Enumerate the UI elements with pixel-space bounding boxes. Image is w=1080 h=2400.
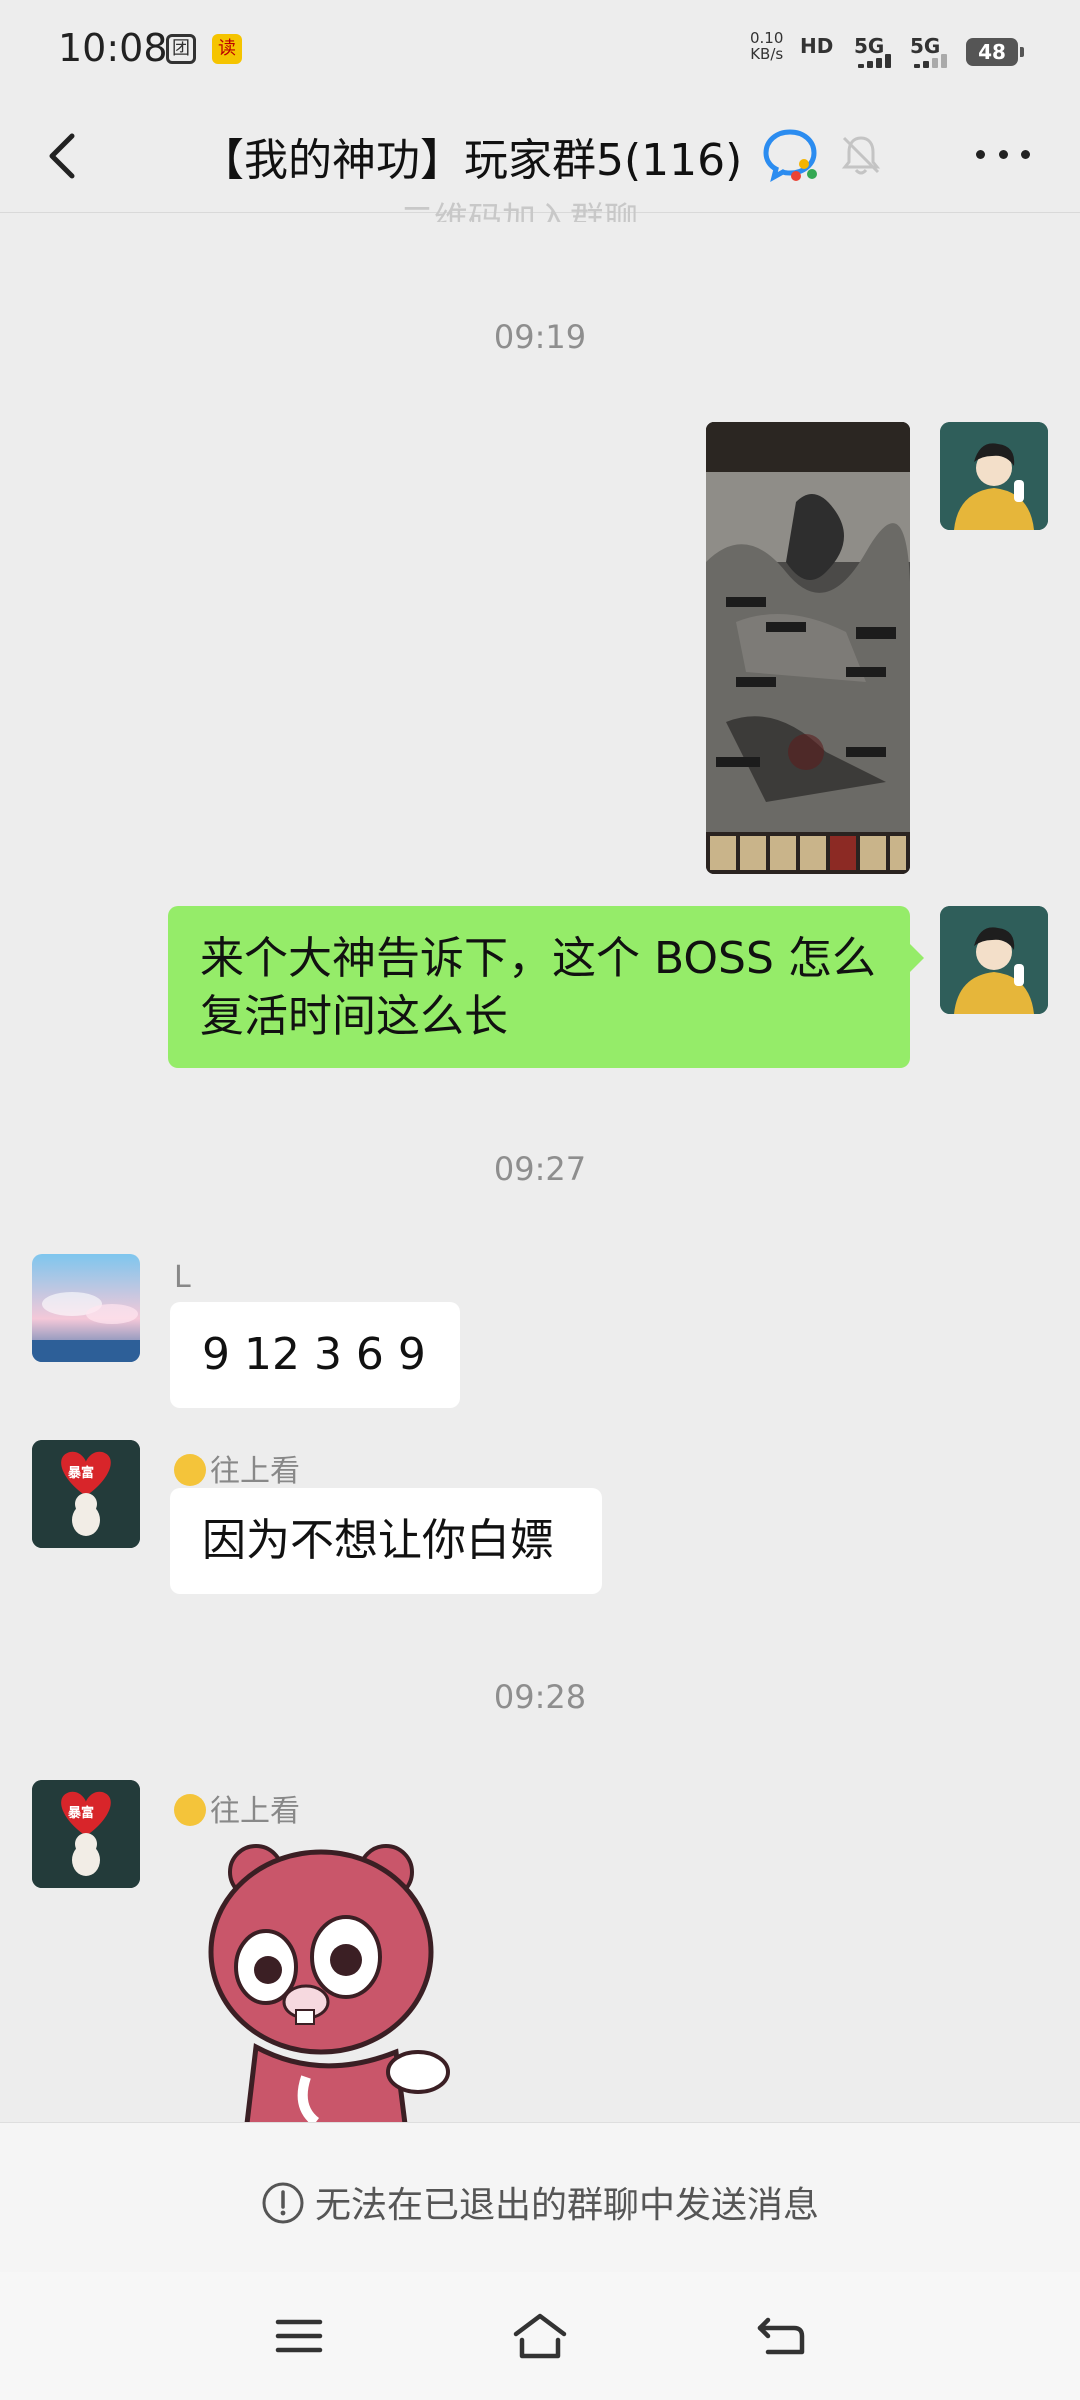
battery-icon: 48	[966, 38, 1024, 66]
bubble-tail	[910, 944, 924, 972]
group-chat-icon[interactable]	[760, 124, 820, 184]
my-avatar[interactable]	[940, 422, 1048, 530]
back-button[interactable]	[40, 128, 90, 184]
dot-icon	[998, 149, 1008, 159]
game-screenshot-image[interactable]	[706, 422, 910, 874]
info-icon	[261, 2181, 305, 2234]
timestamp: 09:19	[493, 318, 587, 356]
system-navigation-bar	[0, 2272, 1080, 2400]
back-arrow-icon	[49, 133, 75, 179]
message-bubble-incoming[interactable]: 9 12 3 6 9	[170, 1302, 460, 1408]
message-bubble-outgoing[interactable]: 来个大神告诉下，这个 BOSS 怎么复活时间这么长	[168, 906, 910, 1068]
network-speed-value: 0.10	[750, 29, 784, 47]
dot-icon	[976, 149, 985, 159]
avatar-label: 暴富	[68, 1806, 95, 1821]
sender-name: 往上看	[174, 1786, 300, 1830]
chat-title: 【我的神功】玩家群5(116)	[200, 135, 743, 186]
timestamp: 09:28	[493, 1678, 587, 1716]
message-bubble-incoming[interactable]: 因为不想让你白嫖	[170, 1488, 602, 1594]
sender-name: 往上看	[174, 1446, 300, 1490]
bear-sticker[interactable]	[196, 1832, 456, 2122]
reader-app-icon: 读	[212, 34, 242, 64]
home-button[interactable]	[510, 2310, 570, 2362]
network-speed: 0.10 KB/s	[750, 30, 783, 62]
dot-icon	[1021, 149, 1030, 159]
status-time: 10:08	[58, 26, 168, 70]
previous-system-message: 二维码加入群聊	[400, 200, 638, 222]
menu-button[interactable]	[274, 2316, 324, 2356]
shush-emoji-icon	[174, 1454, 206, 1486]
group-buy-app-icon: 团	[166, 34, 196, 64]
sim1-signal-icon	[858, 54, 902, 68]
mute-bell-icon	[836, 130, 886, 180]
avatar-label: 暴富	[68, 1466, 95, 1481]
timestamp: 09:27	[493, 1150, 587, 1188]
sender-avatar-l[interactable]	[32, 1254, 140, 1362]
back-nav-button[interactable]	[754, 2312, 808, 2360]
network-speed-unit: KB/s	[750, 45, 784, 63]
sender-avatar-baofu[interactable]: 暴富	[32, 1780, 140, 1888]
menu-icon	[275, 2319, 323, 2353]
sender-name: L	[174, 1260, 191, 1295]
return-icon	[757, 2317, 805, 2355]
sim2-signal-icon	[914, 54, 958, 68]
my-avatar[interactable]	[940, 906, 1048, 1014]
cannot-send-notice: 无法在已退出的群聊中发送消息	[0, 2176, 1080, 2234]
more-options-button[interactable]	[976, 144, 1030, 164]
home-icon	[513, 2313, 567, 2359]
sender-avatar-baofu[interactable]: 暴富	[32, 1440, 140, 1548]
status-bar: 10:08 团 读 0.10 KB/s HD 5G 5G 48	[0, 0, 1080, 100]
shush-emoji-icon	[174, 1794, 206, 1826]
hd-indicator: HD	[800, 34, 834, 58]
